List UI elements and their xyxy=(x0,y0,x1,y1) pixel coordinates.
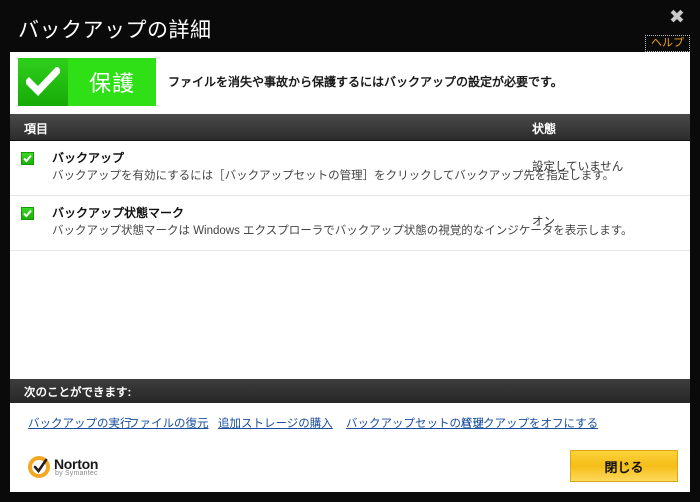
close-button[interactable]: 閉じる xyxy=(570,450,678,482)
row-description: バックアップを有効にするには［バックアップセットの管理］をクリックしてバックアッ… xyxy=(52,170,615,182)
backup-details-dialog: バックアップの詳細 ✖ ヘルプ 保護 ファイルを消失や事故から保護するにはバック… xyxy=(0,0,700,502)
status-message: ファイルを消失や事故から保護するにはバックアップの設定が必要です。 xyxy=(168,75,563,89)
norton-shield-check-icon xyxy=(28,456,50,478)
dialog-content: 保護 ファイルを消失や事故から保護するにはバックアップの設定が必要です。 項目 … xyxy=(10,52,690,492)
help-button[interactable]: ヘルプ xyxy=(645,35,690,52)
norton-logo: Norton by Symantec xyxy=(28,454,148,480)
action-link-turn-off-backup[interactable]: バックアップをオフにする xyxy=(460,415,598,431)
status-badge-label: 保護 xyxy=(68,58,156,106)
page-title: バックアップの詳細 xyxy=(18,19,212,42)
row-title: バックアップ状態マーク xyxy=(52,206,185,220)
row-status: オン xyxy=(532,216,555,228)
action-link-restore-files[interactable]: ファイルの復元 xyxy=(128,415,209,431)
column-header-item: 項目 xyxy=(24,122,49,136)
column-header-status: 状態 xyxy=(532,122,557,136)
table-header: 項目 状態 xyxy=(10,114,690,141)
actions-heading-label: 次のことができます: xyxy=(24,387,132,399)
actions-link-bar: バックアップの実行 ファイルの復元 追加ストレージの購入 バックアップセットの管… xyxy=(10,403,690,442)
row-status: 設定していません xyxy=(532,161,624,173)
status-badge: 保護 xyxy=(18,58,156,106)
action-link-run-backup[interactable]: バックアップの実行 xyxy=(28,415,132,431)
dialog-footer: Norton by Symantec 閉じる xyxy=(10,441,690,492)
protection-status-strip: 保護 ファイルを消失や事故から保護するにはバックアップの設定が必要です。 xyxy=(10,52,690,114)
table-row: バックアップ バックアップを有効にするには［バックアップセットの管理］をクリック… xyxy=(10,141,690,196)
row-title: バックアップ xyxy=(52,151,125,165)
norton-brand-subtitle: by Symantec xyxy=(55,470,98,477)
title-bar: バックアップの詳細 ✖ ヘルプ xyxy=(0,0,700,52)
close-icon[interactable]: ✖ xyxy=(666,6,688,28)
table-body: バックアップ バックアップを有効にするには［バックアップセットの管理］をクリック… xyxy=(10,141,690,359)
row-checkbox[interactable] xyxy=(21,207,34,220)
table-row: バックアップ状態マーク バックアップ状態マークは Windows エクスプローラ… xyxy=(10,196,690,251)
checkmark-icon xyxy=(18,58,68,106)
row-checkbox[interactable] xyxy=(21,152,34,165)
action-link-buy-more-storage[interactable]: 追加ストレージの購入 xyxy=(218,415,333,431)
actions-header: 次のことができます: xyxy=(10,379,690,403)
